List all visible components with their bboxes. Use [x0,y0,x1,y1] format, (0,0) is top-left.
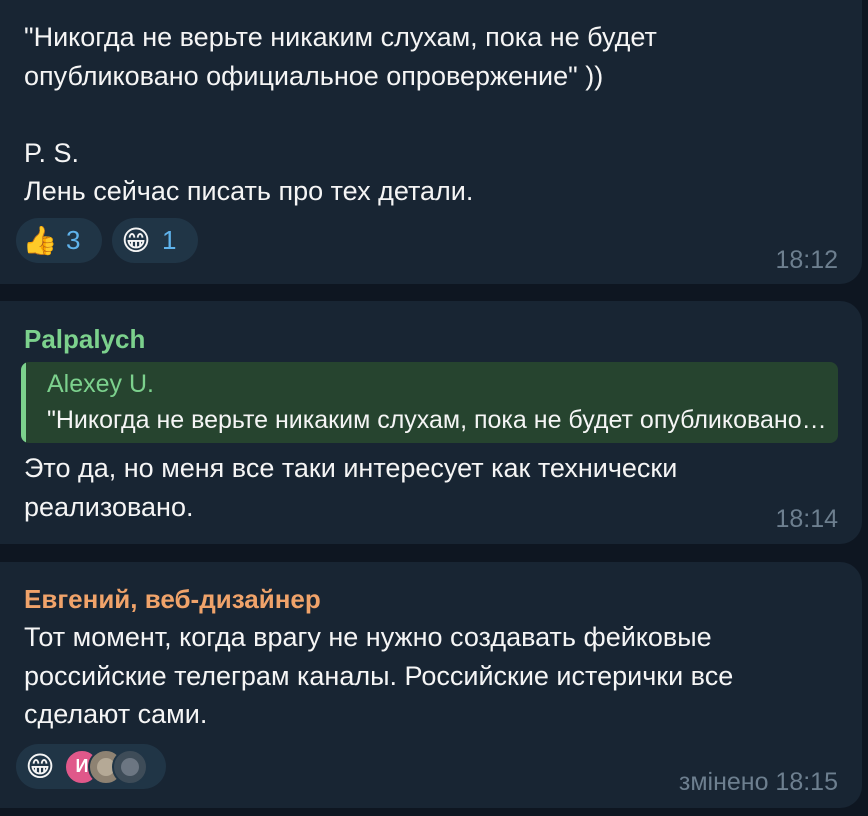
message-author[interactable]: Palpalych [24,324,145,355]
reaction-count: 1 [162,225,177,255]
reply-accent-bar [21,362,26,443]
reaction-grin[interactable]: 😁 1 [112,218,198,263]
message-author[interactable]: Евгений, веб-дизайнер [24,584,321,615]
avatar [112,748,148,785]
reaction-avatars: И [64,748,164,785]
message-text: "Никогда не верьте никаким слухам, пока … [24,22,657,206]
reaction-count: 3 [66,225,81,255]
avatar-initial: И [75,756,89,776]
message-bubble[interactable]: "Никогда не верьте никаким слухам, пока … [0,0,862,284]
message-bubble[interactable]: Palpalych Alexey U. "Никогда не верьте н… [0,301,862,544]
message-time: 18:14 [775,505,838,533]
message-text: Это да, но меня все таки интересует как … [24,453,678,522]
message-time: 18:12 [775,246,838,274]
grinning-face-icon: 😁 [25,750,55,782]
thumbs-up-icon: 👍 [22,224,58,256]
grinning-face-icon: 😁 [121,224,151,256]
avatar-photo-icon [121,757,139,776]
message-text: Тот момент, когда врагу не нужно создава… [24,622,734,729]
reply-quote[interactable]: Alexey U. "Никогда не верьте никаким слу… [21,362,838,443]
message-bubble[interactable]: Евгений, веб-дизайнер Тот момент, когда … [0,562,862,808]
reply-author: Alexey U. [47,370,154,398]
reaction-grin-with-users[interactable]: 😁 И [16,744,166,789]
message-time: змінено 18:15 [678,768,838,796]
reaction-thumbs-up[interactable]: 👍 3 [16,218,102,263]
reply-text: "Никогда не верьте никаким слухам, пока … [47,406,827,434]
